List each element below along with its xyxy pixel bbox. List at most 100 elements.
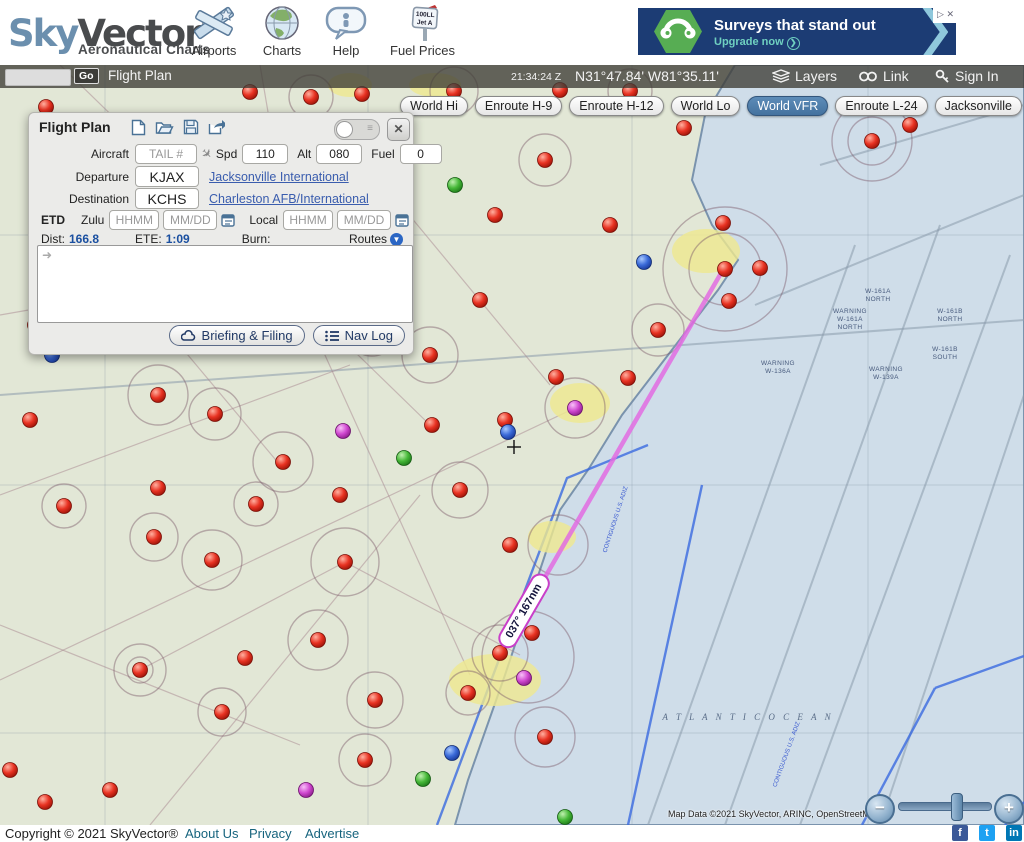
airport-marker-red[interactable]	[333, 488, 348, 503]
airport-marker-blue[interactable]	[445, 746, 460, 761]
airport-marker-red[interactable]	[503, 538, 518, 553]
nav-log-button[interactable]: Nav Log	[313, 325, 405, 346]
airport-marker-red[interactable]	[488, 208, 503, 223]
chart-tab-world-vfr[interactable]: World VFR	[747, 96, 828, 116]
zulu-calendar-icon[interactable]	[221, 213, 235, 227]
chart-tab-enroute-h-12[interactable]: Enroute H-12	[569, 96, 663, 116]
airport-marker-red[interactable]	[355, 87, 370, 102]
airport-marker-red[interactable]	[603, 218, 618, 233]
sign-in-button[interactable]: Sign In	[935, 68, 999, 84]
airport-marker-red[interactable]	[722, 294, 737, 309]
airport-marker-red[interactable]	[525, 626, 540, 641]
airport-marker-red[interactable]	[865, 134, 880, 149]
airport-marker-green[interactable]	[397, 451, 412, 466]
etd-local-time-input[interactable]	[283, 210, 333, 230]
nav-help[interactable]: Help	[324, 3, 368, 58]
routes-label[interactable]: Routes	[349, 232, 387, 246]
nav-fuel-prices[interactable]: 100LL Jet A Fuel Prices	[390, 3, 455, 58]
airport-marker-red[interactable]	[38, 795, 53, 810]
panel-toggle[interactable]: ≡	[334, 119, 380, 140]
destination-airport-link[interactable]: Charleston AFB/International	[209, 192, 369, 206]
link-button[interactable]: Link	[858, 68, 909, 84]
airport-marker-red[interactable]	[538, 730, 553, 745]
airport-marker-red[interactable]	[423, 348, 438, 363]
save-flightplan-icon[interactable]	[183, 119, 199, 135]
airport-marker-blue[interactable]	[501, 425, 516, 440]
panel-close-button[interactable]: ✕	[387, 118, 410, 141]
briefing-filing-button[interactable]: Briefing & Filing	[169, 325, 305, 346]
facebook-icon[interactable]: f	[952, 825, 968, 841]
airport-marker-red[interactable]	[461, 686, 476, 701]
airport-marker-red[interactable]	[57, 499, 72, 514]
airport-marker-red[interactable]	[368, 693, 383, 708]
airport-marker-red[interactable]	[651, 323, 666, 338]
departure-input[interactable]	[135, 166, 199, 187]
airport-marker-red[interactable]	[103, 783, 118, 798]
airport-marker-red[interactable]	[276, 455, 291, 470]
airport-marker-red[interactable]	[151, 388, 166, 403]
chart-tab-enroute-h-9[interactable]: Enroute H-9	[475, 96, 562, 116]
airport-marker-red[interactable]	[718, 262, 733, 277]
airport-marker-red[interactable]	[133, 663, 148, 678]
search-input[interactable]	[5, 69, 71, 86]
airport-marker-red[interactable]	[753, 261, 768, 276]
airport-marker-red[interactable]	[453, 483, 468, 498]
layers-button[interactable]: Layers	[772, 68, 837, 84]
routes-dropdown-icon[interactable]: ▼	[390, 233, 403, 246]
airport-marker-magenta[interactable]	[299, 783, 314, 798]
nav-airports[interactable]: Airports	[188, 3, 240, 58]
airport-marker-red[interactable]	[3, 763, 18, 778]
ad-close-icon[interactable]: ✕	[946, 9, 954, 19]
new-flightplan-icon[interactable]	[131, 119, 146, 136]
etd-zulu-date-input[interactable]	[163, 210, 217, 230]
ad-banner[interactable]: Surveys that stand out Upgrade now ❯ ▷ ✕	[638, 8, 956, 55]
airport-marker-red[interactable]	[358, 753, 373, 768]
go-button[interactable]: Go	[74, 68, 99, 84]
zoom-slider-handle[interactable]	[951, 793, 963, 821]
zoom-in-button[interactable]: +	[994, 794, 1024, 824]
airport-marker-red[interactable]	[208, 407, 223, 422]
airport-marker-red[interactable]	[304, 90, 319, 105]
chart-tab-world-lo[interactable]: World Lo	[671, 96, 741, 116]
airport-marker-red[interactable]	[425, 418, 440, 433]
airport-marker-red[interactable]	[215, 705, 230, 720]
airport-marker-red[interactable]	[205, 553, 220, 568]
airport-marker-red[interactable]	[716, 216, 731, 231]
nav-charts[interactable]: Charts	[262, 3, 302, 58]
zoom-out-button[interactable]: −	[865, 794, 895, 824]
airport-marker-red[interactable]	[311, 633, 326, 648]
airport-marker-green[interactable]	[448, 178, 463, 193]
airport-marker-red[interactable]	[249, 497, 264, 512]
airport-marker-green[interactable]	[558, 810, 573, 825]
local-calendar-icon[interactable]	[395, 213, 409, 227]
zoom-slider-track[interactable]	[898, 802, 992, 811]
airport-marker-green[interactable]	[416, 772, 431, 787]
airport-marker-red[interactable]	[151, 481, 166, 496]
airport-marker-magenta[interactable]	[517, 671, 532, 686]
footer-link-advertise[interactable]: Advertise	[305, 826, 359, 841]
airport-marker-red[interactable]	[147, 530, 162, 545]
airport-marker-red[interactable]	[538, 153, 553, 168]
airport-marker-red[interactable]	[23, 413, 38, 428]
etd-zulu-time-input[interactable]	[109, 210, 159, 230]
airport-marker-red[interactable]	[677, 121, 692, 136]
airport-marker-red[interactable]	[903, 118, 918, 133]
chart-tab-enroute-l-24[interactable]: Enroute L-24	[835, 96, 927, 116]
footer-link-about[interactable]: About Us	[185, 826, 238, 841]
fuel-input[interactable]	[400, 144, 442, 164]
airport-marker-red[interactable]	[549, 370, 564, 385]
airport-marker-red[interactable]	[621, 371, 636, 386]
share-flightplan-icon[interactable]	[208, 119, 225, 135]
airport-marker-magenta[interactable]	[336, 424, 351, 439]
speed-input[interactable]	[242, 144, 288, 164]
altitude-input[interactable]	[316, 144, 362, 164]
ad-controls[interactable]: ▷ ✕	[933, 8, 956, 23]
flight-plan-toolbar-label[interactable]: Flight Plan	[108, 68, 172, 83]
chart-tab-jacksonville[interactable]: Jacksonville	[935, 96, 1022, 116]
route-text-area[interactable]: ➜	[37, 245, 413, 323]
airport-marker-red[interactable]	[473, 293, 488, 308]
adchoices-icon[interactable]: ▷	[937, 9, 944, 19]
footer-link-privacy[interactable]: Privacy	[249, 826, 292, 841]
airport-marker-red[interactable]	[238, 651, 253, 666]
destination-input[interactable]	[135, 188, 199, 209]
